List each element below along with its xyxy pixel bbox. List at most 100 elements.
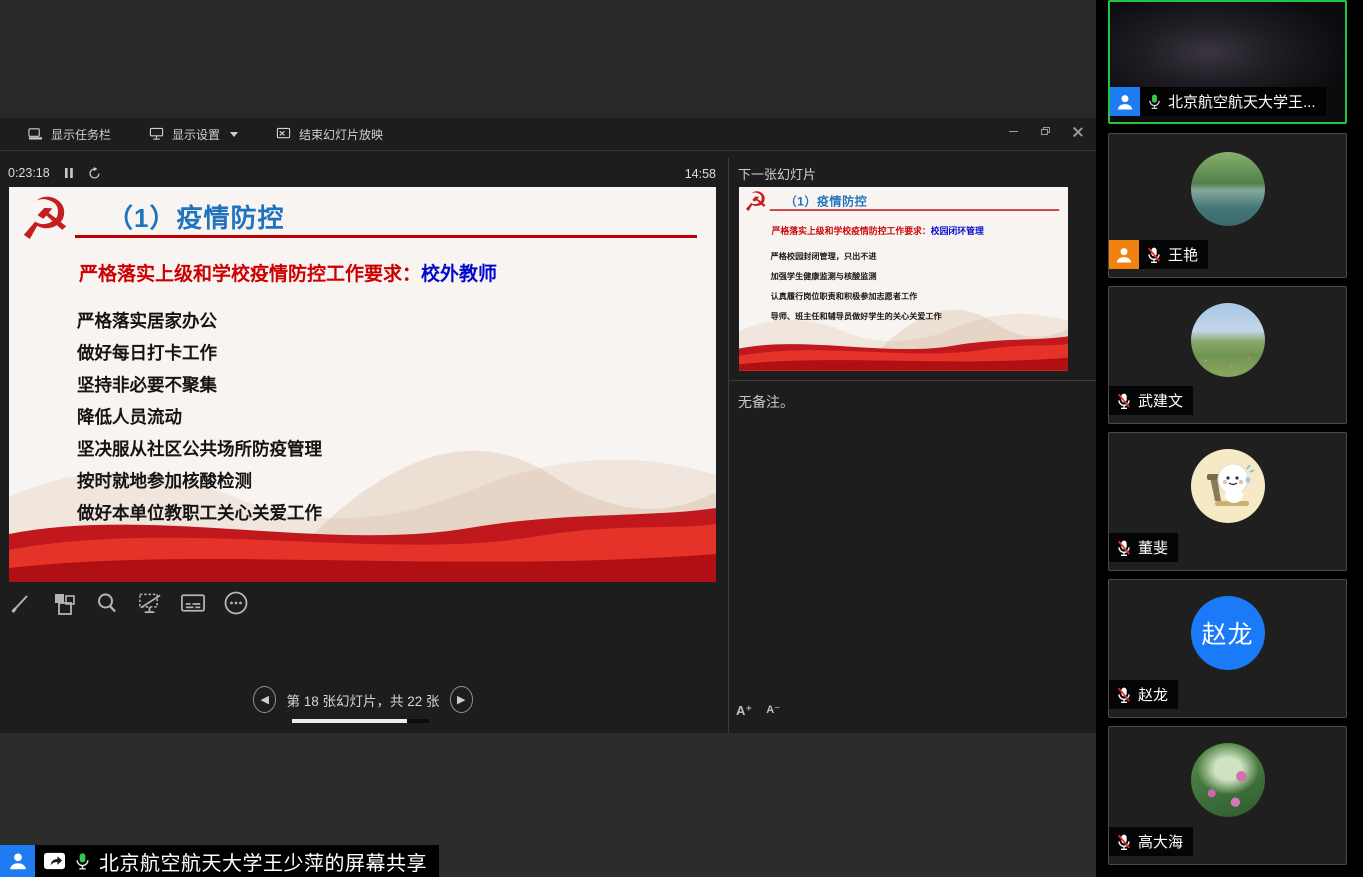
display-settings-button[interactable]: 显示设置	[149, 126, 238, 143]
end-slideshow-button[interactable]: 结束幻灯片放映	[276, 126, 383, 143]
heading-blue-text: 校园闭环管理	[931, 227, 984, 237]
bullet-line: 认真履行岗位职责和积极参加志愿者工作	[771, 287, 942, 307]
annotation-toolbar	[8, 590, 249, 616]
zoom-icon[interactable]	[94, 590, 120, 616]
bullet-line: 导师、班主任和辅导员做好学生的关心关爱工作	[771, 307, 942, 327]
taskbar-icon	[28, 127, 43, 141]
bullet-line: 严格校园封闭管理，只出不进	[771, 247, 942, 267]
bullet-line: 严格落实居家办公	[77, 305, 322, 337]
elapsed-timer: 0:23:18	[8, 166, 50, 180]
previous-slide-button[interactable]: ◀	[253, 686, 276, 713]
heading-blue-text: 校外教师	[421, 264, 497, 285]
title-underline	[75, 235, 697, 238]
participant-name: 高大海	[1138, 831, 1183, 852]
end-slideshow-icon	[276, 127, 291, 141]
current-time: 14:58	[630, 167, 716, 181]
mic-muted-icon	[1116, 832, 1132, 852]
panel-divider	[728, 158, 729, 733]
participant-namebar: 赵龙	[1109, 680, 1178, 709]
show-taskbar-button[interactable]: 显示任务栏	[28, 126, 111, 143]
avatar	[1191, 152, 1265, 226]
participant-name: 北京航空航天大学王...	[1168, 91, 1316, 112]
bullet-line: 按时就地参加核酸检测	[77, 465, 322, 497]
close-icon[interactable]	[1066, 121, 1088, 141]
person-icon	[1114, 245, 1134, 265]
bullet-line: 做好本单位教职工关心关爱工作	[77, 497, 322, 529]
display-settings-icon	[149, 127, 164, 141]
slide-bullets: 严格校园封闭管理，只出不进 加强学生健康监测与核酸监测 认真履行岗位职责和积极参…	[771, 247, 942, 327]
party-emblem-icon: ☭	[744, 187, 768, 217]
mic-muted-icon	[1146, 245, 1162, 265]
screen-share-label: 北京航空航天大学王少萍的屏幕共享	[35, 845, 439, 877]
next-slide-label: 下一张幻灯片	[738, 164, 816, 183]
meeting-app: 显示任务栏 显示设置 结束幻灯片放映	[0, 0, 1363, 877]
presenter-toolbar: 显示任务栏 显示设置 结束幻灯片放映	[0, 118, 1096, 151]
pause-timer-icon[interactable]	[64, 167, 74, 179]
participant-namebar: 董斐	[1109, 533, 1178, 562]
heading-red-text: 严格落实上级和学校疫情防控工作要求：	[79, 264, 421, 285]
current-slide: ☭ （1）疫情防控 严格落实上级和学校疫情防控工作要求：校外教师 严格落实居家办…	[9, 187, 716, 582]
slide-title: （1）疫情防控	[107, 198, 284, 235]
participant-tile[interactable]: 董斐	[1108, 432, 1347, 571]
pen-icon[interactable]	[8, 590, 34, 616]
font-increase-button[interactable]: A⁺	[736, 703, 752, 719]
participant-tile[interactable]: 赵龙 赵龙	[1108, 579, 1347, 718]
bullet-line: 加强学生健康监测与核酸监测	[771, 267, 942, 287]
next-slide-button[interactable]: ▶	[450, 686, 473, 713]
participant-namebar: 王艳	[1109, 240, 1208, 269]
screen-share-icon	[43, 851, 66, 872]
notes-font-controls: A⁺ A⁻	[736, 703, 780, 719]
screen-share-banner: 北京航空航天大学王少萍的屏幕共享	[0, 845, 439, 877]
restore-icon[interactable]	[1034, 121, 1056, 141]
mic-muted-icon	[1116, 391, 1132, 411]
participant-tile[interactable]: 高大海	[1108, 726, 1347, 865]
person-icon	[1115, 92, 1135, 112]
slide-progress-bar[interactable]	[292, 719, 429, 723]
current-slide-area[interactable]: ☭ （1）疫情防控 严格落实上级和学校疫情防控工作要求：校外教师 严格落实居家办…	[9, 187, 716, 582]
share-banner-text: 北京航空航天大学王少萍的屏幕共享	[99, 847, 427, 876]
screen-share-region: 显示任务栏 显示设置 结束幻灯片放映	[0, 0, 1096, 877]
bullet-line: 降低人员流动	[77, 401, 322, 433]
slide-counter: 第 18 张幻灯片，共 22 张	[286, 690, 439, 710]
participant-namebar: 武建文	[1109, 386, 1193, 415]
avatar	[1191, 449, 1265, 523]
slide-bullets: 严格落实居家办公 做好每日打卡工作 坚持非必要不聚集 降低人员流动 坚决服从社区…	[77, 305, 322, 529]
title-underline	[770, 209, 1059, 210]
avatar	[1191, 743, 1265, 817]
avatar-initials: 赵龙	[1201, 615, 1253, 651]
bullet-line: 坚持非必要不聚集	[77, 369, 322, 401]
slide-navigation: ◀ 第 18 张幻灯片，共 22 张 ▶	[253, 686, 473, 723]
subtitles-icon[interactable]	[180, 590, 206, 616]
slide-progress-fill	[292, 719, 407, 723]
slide-heading: 严格落实上级和学校疫情防控工作要求：校外教师	[79, 259, 497, 286]
restart-timer-icon[interactable]	[88, 167, 101, 180]
next-slide-thumbnail: ☭ （1）疫情防控 严格落实上级和学校疫情防控工作要求：校园闭环管理 严格校园封…	[739, 187, 1068, 371]
mic-on-icon	[74, 851, 91, 871]
participant-tile[interactable]: 武建文	[1108, 286, 1347, 424]
timer-row: 0:23:18	[8, 166, 101, 180]
participant-name: 武建文	[1138, 390, 1183, 411]
participant-tile-host[interactable]: 北京航空航天大学王...	[1108, 0, 1347, 124]
presenter-view-window: 显示任务栏 显示设置 结束幻灯片放映	[0, 118, 1096, 733]
participant-namebar: 高大海	[1109, 827, 1193, 856]
font-decrease-button[interactable]: A⁻	[766, 703, 780, 719]
slide-heading: 严格落实上级和学校疫情防控工作要求：校园闭环管理	[772, 224, 984, 237]
avatar: 赵龙	[1191, 596, 1265, 670]
slide-title: （1）疫情防控	[785, 192, 868, 209]
participant-name: 王艳	[1168, 244, 1198, 265]
mic-muted-icon	[1116, 538, 1132, 558]
bullet-line: 坚决服从社区公共场所防疫管理	[77, 433, 322, 465]
participants-sidebar: 北京航空航天大学王... 王艳	[1096, 0, 1363, 877]
more-options-icon[interactable]	[223, 590, 249, 616]
avatar	[1191, 303, 1265, 377]
person-icon	[7, 850, 29, 872]
participant-tile[interactable]: 王艳	[1108, 133, 1347, 278]
black-screen-icon[interactable]	[137, 590, 163, 616]
slide-sorter-icon[interactable]	[51, 590, 77, 616]
heading-red-text: 严格落实上级和学校疫情防控工作要求：	[772, 227, 931, 237]
minimize-icon[interactable]	[1002, 121, 1024, 141]
cartoon-treadmill-graphic	[1191, 449, 1265, 523]
notes-divider	[729, 380, 1096, 381]
window-controls	[1002, 118, 1088, 144]
end-slideshow-label: 结束幻灯片放映	[299, 126, 383, 143]
